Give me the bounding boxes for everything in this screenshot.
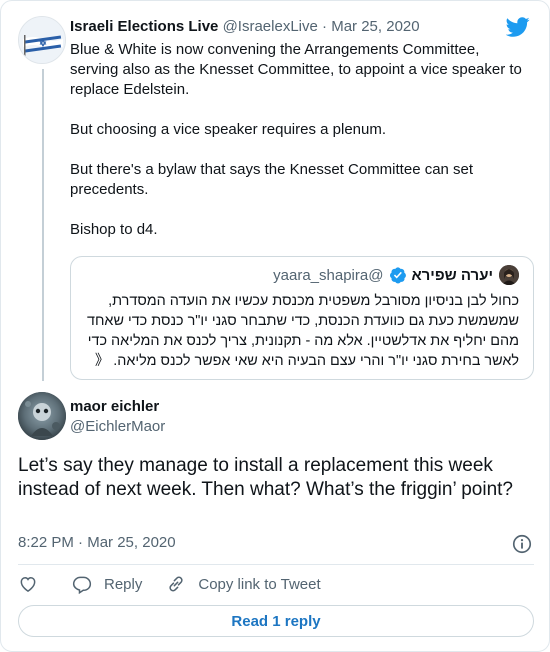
header-separator: · — [322, 18, 328, 35]
read-replies-button[interactable]: Read 1 reply — [18, 605, 534, 637]
reply-icon — [72, 576, 92, 594]
quoted-tweet-header: יערה שפירא @yaara_shapira — [273, 265, 519, 285]
link-icon — [169, 576, 183, 592]
parent-paragraph: But there's a bylaw that says the Knesse… — [70, 161, 474, 198]
tweet-actions-bar: Reply Copy link to Tweet — [18, 572, 321, 596]
parent-tweet-body: Blue & White is now convening the Arrang… — [70, 40, 530, 240]
parent-paragraph: Blue & White is now convening the Arrang… — [70, 41, 522, 98]
reply-timestamp[interactable]: 8:22 PM · Mar 25, 2020 — [18, 534, 176, 551]
quoted-author-handle: @yaara_shapira — [273, 266, 384, 284]
parent-author-handle[interactable]: @IsraelexLive — [223, 18, 318, 35]
heart-icon — [20, 576, 36, 592]
parent-paragraph: Bishop to d4. — [70, 221, 158, 238]
verified-badge-icon — [390, 267, 407, 284]
quoted-tweet-text: כחול לבן בניסיון מסורבל משפטית מכנסת עכש… — [86, 293, 519, 369]
timestamp-separator: · — [78, 534, 84, 551]
reply-author-name[interactable]: maor eichler — [70, 398, 159, 415]
reply-date: Mar 25, 2020 — [87, 534, 176, 551]
reply-button[interactable]: Reply — [72, 574, 142, 594]
reply-author-handle[interactable]: @EichlerMaor — [70, 418, 165, 435]
parent-tweet-date[interactable]: Mar 25, 2020 — [331, 18, 419, 35]
twitter-bird-icon[interactable] — [506, 15, 530, 39]
parent-author-name[interactable]: Israeli Elections Live — [70, 18, 218, 35]
action-divider — [18, 564, 534, 565]
like-button[interactable] — [18, 574, 38, 594]
info-icon[interactable] — [511, 533, 533, 555]
quoted-author-name: יערה שפירא — [411, 266, 493, 284]
reply-tweet-text: Let’s say they manage to install a repla… — [18, 455, 514, 500]
tweet-embed-card: Israeli Elections Live @IsraelexLive · M… — [0, 0, 550, 652]
quoted-tweet-card[interactable]: יערה שפירא @yaara_shapira כחול לבן בניסי… — [70, 256, 534, 380]
reply-time: 8:22 PM — [18, 534, 74, 551]
reply-button-label: Reply — [104, 575, 143, 593]
parent-paragraph: But choosing a vice speaker requires a p… — [70, 121, 387, 138]
copy-link-label: Copy link to Tweet — [198, 575, 321, 593]
maor-eichler-avatar[interactable] — [18, 392, 66, 440]
parent-tweet-header: Israeli Elections Live @IsraelexLive · M… — [70, 17, 420, 37]
quoted-author-avatar — [499, 265, 519, 285]
thread-connector-line — [42, 69, 44, 381]
israeli-elections-avatar[interactable] — [18, 16, 66, 64]
copy-link-button[interactable]: Copy link to Tweet — [166, 574, 321, 594]
